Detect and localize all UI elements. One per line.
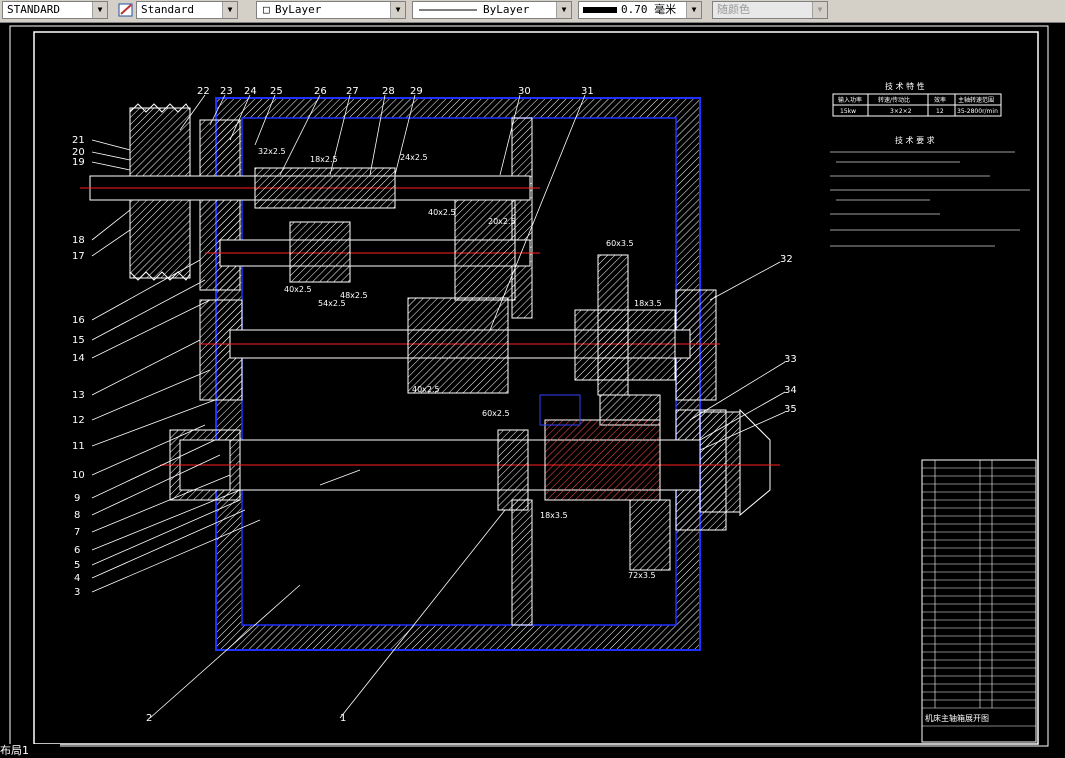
balloon-3: 3 — [74, 587, 80, 598]
spec-header: 效率 — [934, 96, 946, 104]
dim-style-value: Standard — [141, 3, 194, 16]
gear-label: 40x2.5 — [412, 385, 440, 394]
balloon-15: 15 — [72, 335, 85, 346]
balloon-16: 16 — [72, 315, 85, 326]
balloon-25: 25 — [270, 86, 283, 97]
gear-label: 24x2.5 — [400, 153, 428, 162]
lineweight-sample-icon — [583, 7, 617, 13]
balloon-21: 21 — [72, 135, 85, 146]
tech-spec-title: 技 术 特 性 — [885, 81, 925, 91]
balloon-1: 1 — [340, 713, 346, 724]
gear-label: 60x3.5 — [606, 239, 634, 248]
balloon-26: 26 — [314, 86, 327, 97]
balloon-5: 5 — [74, 560, 80, 571]
balloon-6: 6 — [74, 545, 80, 556]
balloon-32: 32 — [780, 254, 793, 265]
balloon-11: 11 — [72, 441, 85, 452]
linetype-value: ByLayer — [483, 3, 530, 16]
tech-spec-table: 技 术 特 性 输入功率 转速/传动比 效率 主轴转速范围 15kw 3×2×2… — [832, 81, 1002, 117]
spec-value: 12 — [936, 108, 944, 115]
chevron-down-icon[interactable]: ▼ — [92, 2, 107, 18]
balloon-9: 9 — [74, 493, 80, 504]
tech-req-title: 技 术 要 求 — [895, 135, 935, 145]
balloon-35: 35 — [784, 404, 797, 415]
balloon-14: 14 — [72, 353, 85, 364]
balloon-28: 28 — [382, 86, 395, 97]
spec-value: 35-2800r/min — [957, 108, 998, 115]
dim-style-dropdown[interactable]: Standard ▼ — [136, 1, 238, 19]
text-style-value: STANDARD — [7, 3, 60, 16]
balloon-10: 10 — [72, 470, 85, 481]
chevron-down-icon[interactable]: ▼ — [222, 2, 237, 18]
gear-label: 48x2.5 — [340, 291, 368, 300]
balloon-31: 31 — [581, 86, 594, 97]
drawing-canvas[interactable]: 1 2 3 4 5 6 7 8 9 10 11 12 13 14 15 16 1… — [0, 22, 1065, 758]
gears — [254, 167, 676, 571]
color-swatch-icon: □ — [263, 3, 270, 16]
balloon-19: 19 — [72, 157, 85, 168]
properties-toolbar: STANDARD ▼ Standard ▼ □ ByLayer ▼ ByLaye… — [0, 0, 1065, 23]
balloon-24: 24 — [244, 86, 257, 97]
balloon-7: 7 — [74, 527, 80, 538]
chevron-down-icon[interactable]: ▼ — [556, 2, 571, 18]
parts-list-table: 机床主轴箱展开图 — [921, 459, 1037, 743]
title-block-title: 机床主轴箱展开图 — [925, 713, 989, 723]
balloon-27: 27 — [346, 86, 359, 97]
balloon-22: 22 — [197, 86, 210, 97]
text-style-dropdown[interactable]: STANDARD ▼ — [2, 1, 108, 19]
balloon-30: 30 — [518, 86, 531, 97]
cad-drawing[interactable]: 1 2 3 4 5 6 7 8 9 10 11 12 13 14 15 16 1… — [0, 22, 1065, 758]
plot-style-dropdown: 随颜色 ▼ — [712, 1, 828, 19]
gear-label: 18x2.5 — [310, 155, 338, 164]
balloon-2: 2 — [146, 713, 152, 724]
gear-label: 32x2.5 — [258, 147, 286, 156]
gear-label: 20x2.5 — [488, 217, 516, 226]
balloon-18: 18 — [72, 235, 85, 246]
balloon-20: 20 — [72, 147, 85, 158]
gear-label: 40x2.5 — [428, 208, 456, 217]
spec-value: 15kw — [840, 108, 856, 115]
balloon-34: 34 — [784, 385, 797, 396]
tech-requirements: 技 术 要 求 — [830, 135, 1030, 247]
gear-label: 54x2.5 — [318, 299, 346, 308]
gear-label: 18x3.5 — [540, 511, 568, 520]
chevron-down-icon[interactable]: ▼ — [390, 2, 405, 18]
layer-value: ByLayer — [275, 3, 322, 16]
gear-label: 40x2.5 — [284, 285, 312, 294]
balloon-33: 33 — [784, 354, 797, 365]
linetype-sample-icon — [417, 2, 479, 23]
linetype-dropdown[interactable]: ByLayer ▼ — [412, 1, 572, 19]
lineweight-value: 0.70 毫米 — [621, 3, 677, 16]
layout-tab-label[interactable]: 布局1 — [0, 744, 29, 757]
gear-label: 18x3.5 — [634, 299, 662, 308]
spec-header: 主轴转速范围 — [958, 96, 994, 104]
dim-style-icon[interactable] — [116, 1, 136, 19]
balloon-29: 29 — [410, 86, 423, 97]
balloon-13: 13 — [72, 390, 85, 401]
balloon-23: 23 — [220, 86, 233, 97]
plot-style-value: 随颜色 — [717, 3, 750, 16]
layout-tab[interactable]: 布局1 — [0, 744, 60, 758]
gear-label: 72x3.5 — [628, 571, 656, 580]
spec-header: 输入功率 — [838, 96, 862, 104]
balloon-4: 4 — [74, 573, 80, 584]
spec-header: 转速/传动比 — [878, 96, 910, 104]
gear-label: 60x2.5 — [482, 409, 510, 418]
chevron-down-icon[interactable]: ▼ — [686, 2, 701, 18]
balloon-12: 12 — [72, 415, 85, 426]
balloon-17: 17 — [72, 251, 85, 262]
layer-color-dropdown[interactable]: □ ByLayer ▼ — [256, 1, 406, 19]
spec-value: 3×2×2 — [890, 108, 912, 115]
balloon-8: 8 — [74, 510, 80, 521]
lineweight-dropdown[interactable]: 0.70 毫米 ▼ — [578, 1, 702, 19]
chevron-down-icon: ▼ — [812, 2, 827, 18]
